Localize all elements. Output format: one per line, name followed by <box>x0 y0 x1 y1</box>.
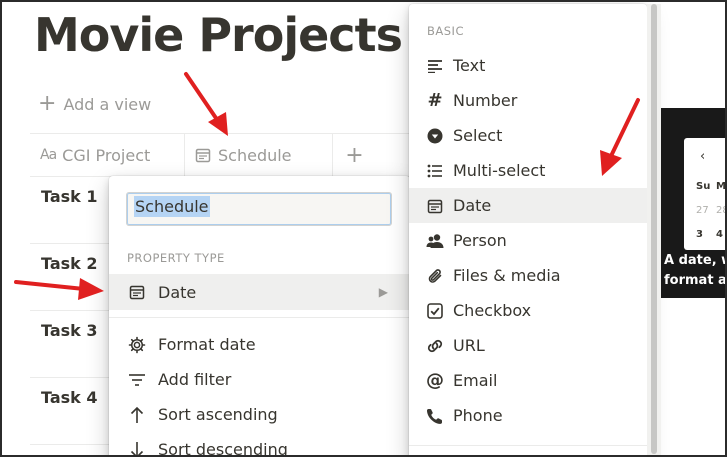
column-header-label: Schedule <box>218 145 292 165</box>
people-icon <box>424 233 446 249</box>
calendar-icon <box>126 284 148 300</box>
menu-divider <box>109 317 410 318</box>
column-header-schedule[interactable]: Schedule <box>184 134 332 176</box>
hash-icon: # <box>427 90 443 111</box>
row-title: Task 3 <box>41 321 98 340</box>
type-item-label: Files & media <box>453 266 561 285</box>
checkbox-icon <box>424 302 446 319</box>
property-menu: Schedule PROPERTY TYPE Date ▶ Format dat… <box>109 176 410 457</box>
property-type-menu: BASIC Text # Number Select Multi-select … <box>409 4 647 457</box>
tooltip-line: format ar <box>664 273 727 288</box>
list-icon <box>424 164 446 178</box>
paperclip-icon <box>424 268 446 284</box>
type-item-label: Checkbox <box>453 301 532 320</box>
type-item-checkbox[interactable]: Checkbox <box>409 293 647 328</box>
annotation-arrow-icon <box>14 278 104 300</box>
annotation-arrow-icon <box>600 98 640 176</box>
text-lines-icon <box>424 59 446 73</box>
scrollbar-thumb[interactable] <box>651 4 657 454</box>
property-name-input[interactable]: Schedule <box>126 192 392 226</box>
sort-descending-item[interactable]: Sort descending <box>109 432 410 457</box>
menu-divider <box>409 445 647 446</box>
calendar-icon <box>424 198 446 214</box>
arrow-up-icon <box>126 406 148 424</box>
calendar-cell: 4 <box>716 229 723 240</box>
select-icon <box>424 128 446 144</box>
basic-section-label: BASIC <box>427 24 464 38</box>
at-icon: @ <box>426 370 444 391</box>
calendar-grid: Su M 27 28 3 4 <box>696 175 727 247</box>
calendar-preview: ‹ Su M 27 28 3 4 <box>684 138 727 250</box>
calendar-cell: Su <box>696 181 711 192</box>
type-item-label: Text <box>453 56 486 75</box>
menu-item-label: Add filter <box>158 370 232 389</box>
type-item-url[interactable]: URL <box>409 328 647 363</box>
type-item-label: Date <box>453 196 492 215</box>
type-item-label: Phone <box>453 406 503 425</box>
menu-item-label: Sort ascending <box>158 405 278 424</box>
row-title: Task 4 <box>41 388 98 407</box>
tooltip-description: A date, w format ar <box>664 251 727 291</box>
type-item-label: Email <box>453 371 498 390</box>
calendar-icon <box>195 147 211 163</box>
type-item-label: URL <box>453 336 485 355</box>
row-title: Task 1 <box>41 187 98 206</box>
page-title: Movie Projects <box>34 8 403 62</box>
add-view-label: Add a view <box>63 94 152 114</box>
property-name-value: Schedule <box>134 196 210 217</box>
type-item-text[interactable]: Text <box>409 48 647 83</box>
type-item-label: Number <box>453 91 518 110</box>
table-header: Aa CGI Project Schedule + <box>30 133 430 177</box>
phone-icon <box>424 408 446 424</box>
column-header-cgi-project[interactable]: Aa CGI Project <box>40 134 184 176</box>
type-item-phone[interactable]: Phone <box>409 398 647 433</box>
add-filter-item[interactable]: Add filter <box>109 362 410 397</box>
type-item-person[interactable]: Person <box>409 223 647 258</box>
type-item-date[interactable]: Date <box>409 188 647 223</box>
type-item-files-media[interactable]: Files & media <box>409 258 647 293</box>
add-view-button[interactable]: + Add a view <box>38 93 151 115</box>
arrow-down-icon <box>126 441 148 457</box>
column-header-label: CGI Project <box>62 145 151 165</box>
date-type-tooltip: ‹ Su M 27 28 3 4 A date, w format ar <box>654 108 727 298</box>
type-item-label: Multi-select <box>453 161 546 180</box>
type-item-label: Person <box>453 231 507 250</box>
type-item-label: Select <box>453 126 503 145</box>
type-item-email[interactable]: @ Email <box>409 363 647 398</box>
plus-icon: + <box>38 91 57 116</box>
calendar-cell: 28 <box>716 205 727 216</box>
property-type-value: Date <box>158 282 197 302</box>
sort-ascending-item[interactable]: Sort ascending <box>109 397 410 432</box>
format-date-item[interactable]: Format date <box>109 327 410 362</box>
calendar-cell: 27 <box>696 205 709 216</box>
annotation-arrow-icon <box>184 72 228 136</box>
property-type-label: PROPERTY TYPE <box>127 251 225 265</box>
chevron-left-icon: ‹ <box>700 149 706 164</box>
filter-icon <box>126 373 148 387</box>
gear-icon <box>126 336 148 354</box>
chevron-right-icon: ▶ <box>378 285 388 299</box>
tooltip-line: A date, w <box>664 253 727 268</box>
add-column-button[interactable]: + <box>332 134 376 176</box>
menu-item-label: Format date <box>158 335 256 354</box>
calendar-cell: 3 <box>696 229 703 240</box>
calendar-cell: M <box>716 181 726 192</box>
text-type-icon: Aa <box>40 147 57 163</box>
property-type-select[interactable]: Date ▶ <box>109 274 410 310</box>
type-menu-scrollbar[interactable] <box>647 4 661 457</box>
link-icon <box>424 338 446 354</box>
menu-item-label: Sort descending <box>158 440 288 457</box>
